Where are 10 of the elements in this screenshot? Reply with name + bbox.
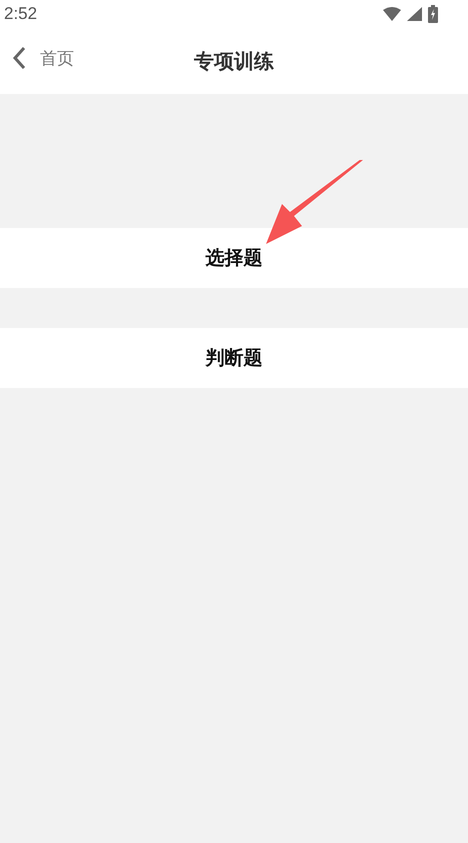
wifi-icon [383, 7, 401, 21]
menu-item[interactable]: 判断题 [0, 328, 468, 388]
menu-item[interactable]: 选择题 [0, 228, 468, 288]
battery-icon [428, 5, 438, 23]
page-title: 专项训练 [194, 48, 274, 74]
signal-icon [407, 7, 422, 21]
arrow-icon [264, 160, 364, 244]
back-button[interactable]: 首页 [12, 46, 74, 70]
status-time: 2:52 [4, 4, 38, 24]
chevron-left-icon [12, 46, 26, 70]
